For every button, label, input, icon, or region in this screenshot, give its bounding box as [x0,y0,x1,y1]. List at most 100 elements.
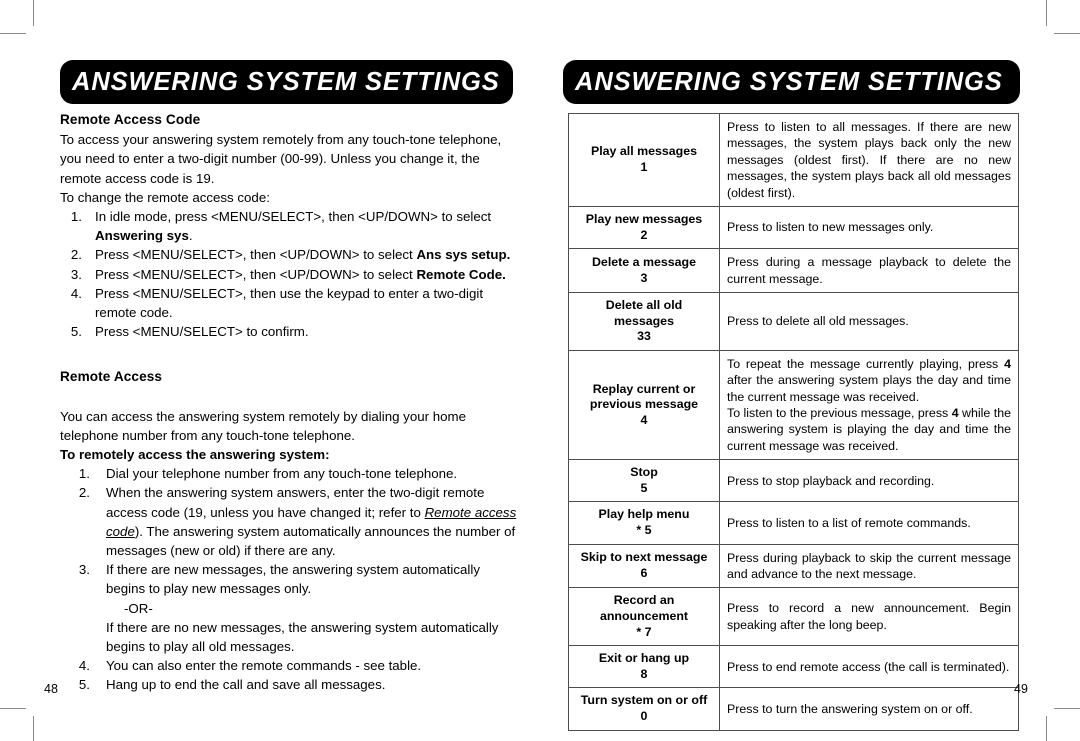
list-item-step: 3. If there are new messages, the answer… [60,560,520,656]
command-key: 4 [640,412,648,427]
page-number-right: 49 [1014,682,1028,696]
command-label: Play help menu [598,507,690,522]
table-cell-command: Delete a message 3 [568,248,720,294]
table-cell-description: Press during a message playback to delet… [719,248,1019,294]
table-cell-description: Press to stop playback and recording. [719,459,1019,503]
list-item-step: 2. Press <MENU/SELECT>, then <UP/DOWN> t… [60,245,520,264]
table-row: Delete a message 3 Press during a messag… [568,248,1019,294]
table-cell-description: To repeat the message currently playing,… [719,349,1019,461]
list-item-step: 4. Press <MENU/SELECT>, then use the key… [60,284,520,322]
list-item-text: Press <MENU/SELECT>, then use the keypad… [95,285,484,321]
command-label: Delete a message [591,255,696,270]
description-text-tail: after the answering system plays the day… [727,373,1011,404]
command-key: 6 [640,566,648,581]
command-key: 8 [640,666,648,681]
list-item-text: Press <MENU/SELECT>, then <UP/DOWN> to s… [95,247,417,263]
list-item-text: In idle mode, press <MENU/SELECT>, then … [95,209,492,225]
table-cell-description: Press to listen to new messages only. [719,206,1019,250]
table-row: Play all messages 1 Press to listen to a… [568,112,1019,208]
list-item-or-separator: -OR- [124,600,153,616]
command-label: Skip to next message [580,550,708,565]
list-item-number: 2. [70,247,82,263]
list-change-remote-access-code: 1. In idle mode, press <MENU/SELECT>, th… [60,207,520,341]
command-label: Exit or hang up [598,651,690,666]
paragraph-remote-access-lead-in: To remotely access the answering system: [60,447,330,463]
table-row: Replay current or previous message 4 To … [568,349,1019,461]
table-row: Skip to next message 6 Press during play… [568,543,1019,589]
list-remote-access-steps: 1. Dial your telephone number from any t… [60,464,520,694]
command-key: 0 [640,709,648,723]
list-item-step: 1. Dial your telephone number from any t… [60,464,520,483]
description-text: To listen to the previous message, press [727,406,952,421]
list-item-text: You can also enter the remote commands -… [106,658,422,674]
command-key: 5 [640,480,648,495]
command-label: Turn system on or off [580,693,708,708]
command-label: Delete all old messages [605,298,683,328]
command-key: * 5 [636,523,652,538]
list-item-number: 1. [78,466,90,482]
table-row: Exit or hang up 8 Press to end remote ac… [568,645,1019,689]
list-item-number: 4. [70,285,82,301]
table-cell-command: Skip to next message 6 [568,543,720,589]
command-label: Play new messages [585,212,703,227]
table-cell-command: Play new messages 2 [568,206,720,250]
list-item-bold: Answering sys [95,228,189,244]
table-cell-command: Exit or hang up 8 [568,645,720,689]
list-item-step: 2. When the answering system answers, en… [60,483,520,560]
table-row: Delete all old messages 33 Press to dele… [568,292,1019,351]
list-item-number: 5. [70,324,82,340]
paragraph-change-code-lead-in: To change the remote access code: [60,189,270,205]
description-key: 4 [1004,356,1011,371]
list-item-step: 3. Press <MENU/SELECT>, then <UP/DOWN> t… [60,265,520,284]
list-item-bold: Remote Code. [416,266,506,282]
table-cell-description: Press to turn the answering system on or… [719,687,1019,731]
list-item-text-tail: . [188,228,193,244]
command-key: 1 [640,160,648,175]
left-page-body: Remote Access Code To access your answer… [60,110,520,695]
list-item-text-tail: If there are no new messages, the answer… [106,619,499,655]
list-item-step: 1. In idle mode, press <MENU/SELECT>, th… [60,207,520,245]
command-label: Replay current or previous message [589,381,699,412]
list-item-number: 1. [70,209,82,225]
table-row: Play new messages 2 Press to listen to n… [568,206,1019,250]
command-label: Record an announcement [599,593,689,624]
table-cell-command: Play all messages 1 [568,112,720,208]
list-item-step: 5. Hang up to end the call and save all … [60,675,520,694]
description-text: To repeat the message currently playing,… [727,356,1005,371]
description-line: To repeat the message currently playing,… [727,356,1011,405]
table-cell-description: Press to listen to a list of remote comm… [719,501,1019,545]
table-cell-description: Press to delete all old messages. [719,292,1019,351]
table-row: Record an announcement * 7 Press to reco… [568,587,1019,647]
command-key: 2 [640,227,648,242]
list-item-step: 4. You can also enter the remote command… [60,656,520,675]
table-row: Stop 5 Press to stop playback and record… [568,459,1019,503]
list-item-number: 3. [70,266,82,282]
table-cell-command: Record an announcement * 7 [568,587,720,647]
list-item-number: 3. [78,562,90,578]
heading-remote-access: Remote Access [60,369,163,385]
command-key: 3 [640,270,648,285]
table-cell-command: Stop 5 [568,459,720,503]
list-item-number: 5. [78,677,90,693]
table-cell-command: Turn system on or off 0 [568,687,720,731]
list-item-text: If there are new messages, the answering… [106,562,480,597]
command-key: * 7 [636,624,652,639]
heading-remote-access-code: Remote Access Code [60,112,201,127]
page-left: ANSWERING SYSTEM SETTINGS Remote Access … [0,0,540,741]
paragraph-remote-access-code-intro: To access your answering system remotely… [60,132,502,186]
paragraph-remote-access-intro: You can access the answering system remo… [60,408,467,443]
remote-commands-table: Play all messages 1 Press to listen to a… [568,112,1019,731]
table-cell-description: Press to listen to all messages. If ther… [719,112,1019,208]
table-cell-description: Press during playback to skip the curren… [719,543,1019,589]
list-item-step: 5. Press <MENU/SELECT> to confirm. [60,322,520,341]
command-label: Stop [630,465,658,480]
command-label: Play all messages [590,144,698,159]
description-line: To listen to the previous message, press… [727,405,1011,454]
list-item-text: Dial your telephone number from any touc… [106,466,458,482]
table-cell-description: Press to end remote access (the call is … [719,645,1019,689]
list-item-bold: Ans sys setup. [416,247,511,263]
list-item-text-tail: ). The answering system automatically an… [106,523,516,559]
page-banner-title-left: ANSWERING SYSTEM SETTINGS [60,60,513,104]
list-item-text: Press <MENU/SELECT> to confirm. [95,324,309,340]
table-cell-command: Delete all old messages 33 [568,292,720,351]
